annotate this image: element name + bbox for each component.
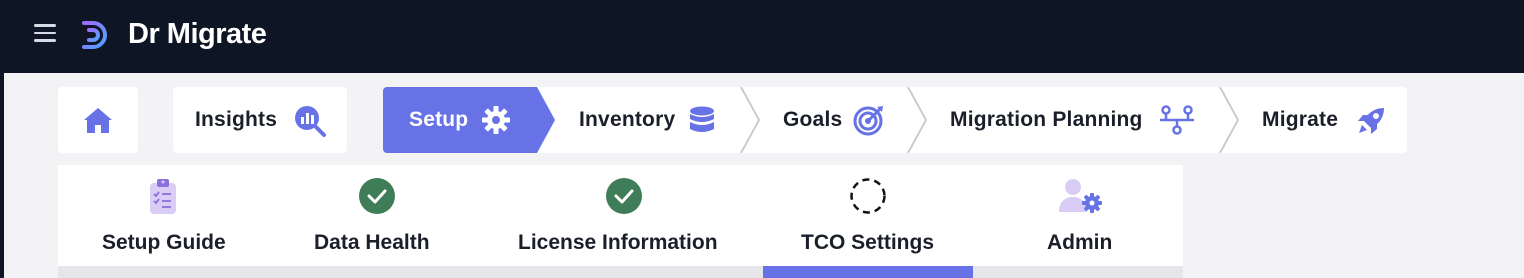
step-setup-label: Setup	[409, 108, 469, 131]
tab-admin-label: Admin	[1047, 231, 1113, 254]
dashed-circle-icon	[850, 178, 886, 214]
step-migrate-label: Migrate	[1262, 108, 1339, 131]
target-icon	[853, 106, 883, 136]
home-button[interactable]	[58, 87, 138, 153]
insights-button[interactable]: Insights	[173, 87, 347, 153]
step-inventory[interactable]: Inventory	[555, 87, 741, 153]
tab-data-health[interactable]: Data Health	[268, 165, 483, 266]
flow-icon	[1160, 105, 1194, 135]
clipboard-checklist-icon	[150, 179, 176, 214]
tab-data-health-label: Data Health	[314, 231, 430, 254]
tab-setup-guide-label: Setup Guide	[102, 231, 226, 254]
chart-search-icon	[295, 106, 326, 137]
step-migration-planning[interactable]: Migration Planning	[926, 87, 1222, 153]
gear-icon	[482, 106, 510, 134]
home-icon	[84, 108, 112, 133]
insights-label: Insights	[195, 108, 278, 131]
step-migration-planning-label: Migration Planning	[950, 108, 1143, 131]
step-migrate[interactable]: Migrate	[1238, 87, 1407, 153]
rocket-icon	[1358, 108, 1384, 134]
active-tab-indicator	[763, 266, 973, 278]
check-circle-icon	[359, 178, 395, 214]
tab-license-information[interactable]: License Information	[483, 165, 763, 266]
tab-license-information-label: License Information	[518, 231, 718, 254]
step-goals-label: Goals	[783, 108, 843, 131]
app-title: Dr Migrate	[128, 18, 267, 50]
tab-admin[interactable]: Admin	[973, 165, 1183, 266]
step-goals[interactable]: Goals	[759, 87, 909, 153]
database-icon	[690, 106, 714, 132]
tab-setup-guide[interactable]: Setup Guide	[58, 165, 268, 266]
workflow-steps: Setup Inventory Goals Migration Planning…	[383, 87, 1407, 153]
hamburger-menu-icon[interactable]	[34, 24, 56, 44]
tab-tco-settings-label: TCO Settings	[801, 231, 935, 254]
dr-migrate-logo	[82, 21, 107, 49]
step-setup[interactable]: Setup	[383, 87, 555, 153]
user-gear-icon	[1059, 179, 1102, 213]
check-circle-icon	[606, 178, 642, 214]
top-bar: Dr Migrate	[4, 0, 1524, 73]
step-inventory-label: Inventory	[579, 108, 676, 131]
setup-subtabs: Setup Guide Data Health License Informat…	[58, 165, 1183, 278]
tab-tco-settings[interactable]: TCO Settings	[763, 165, 973, 266]
subtabs-track	[58, 266, 1183, 278]
